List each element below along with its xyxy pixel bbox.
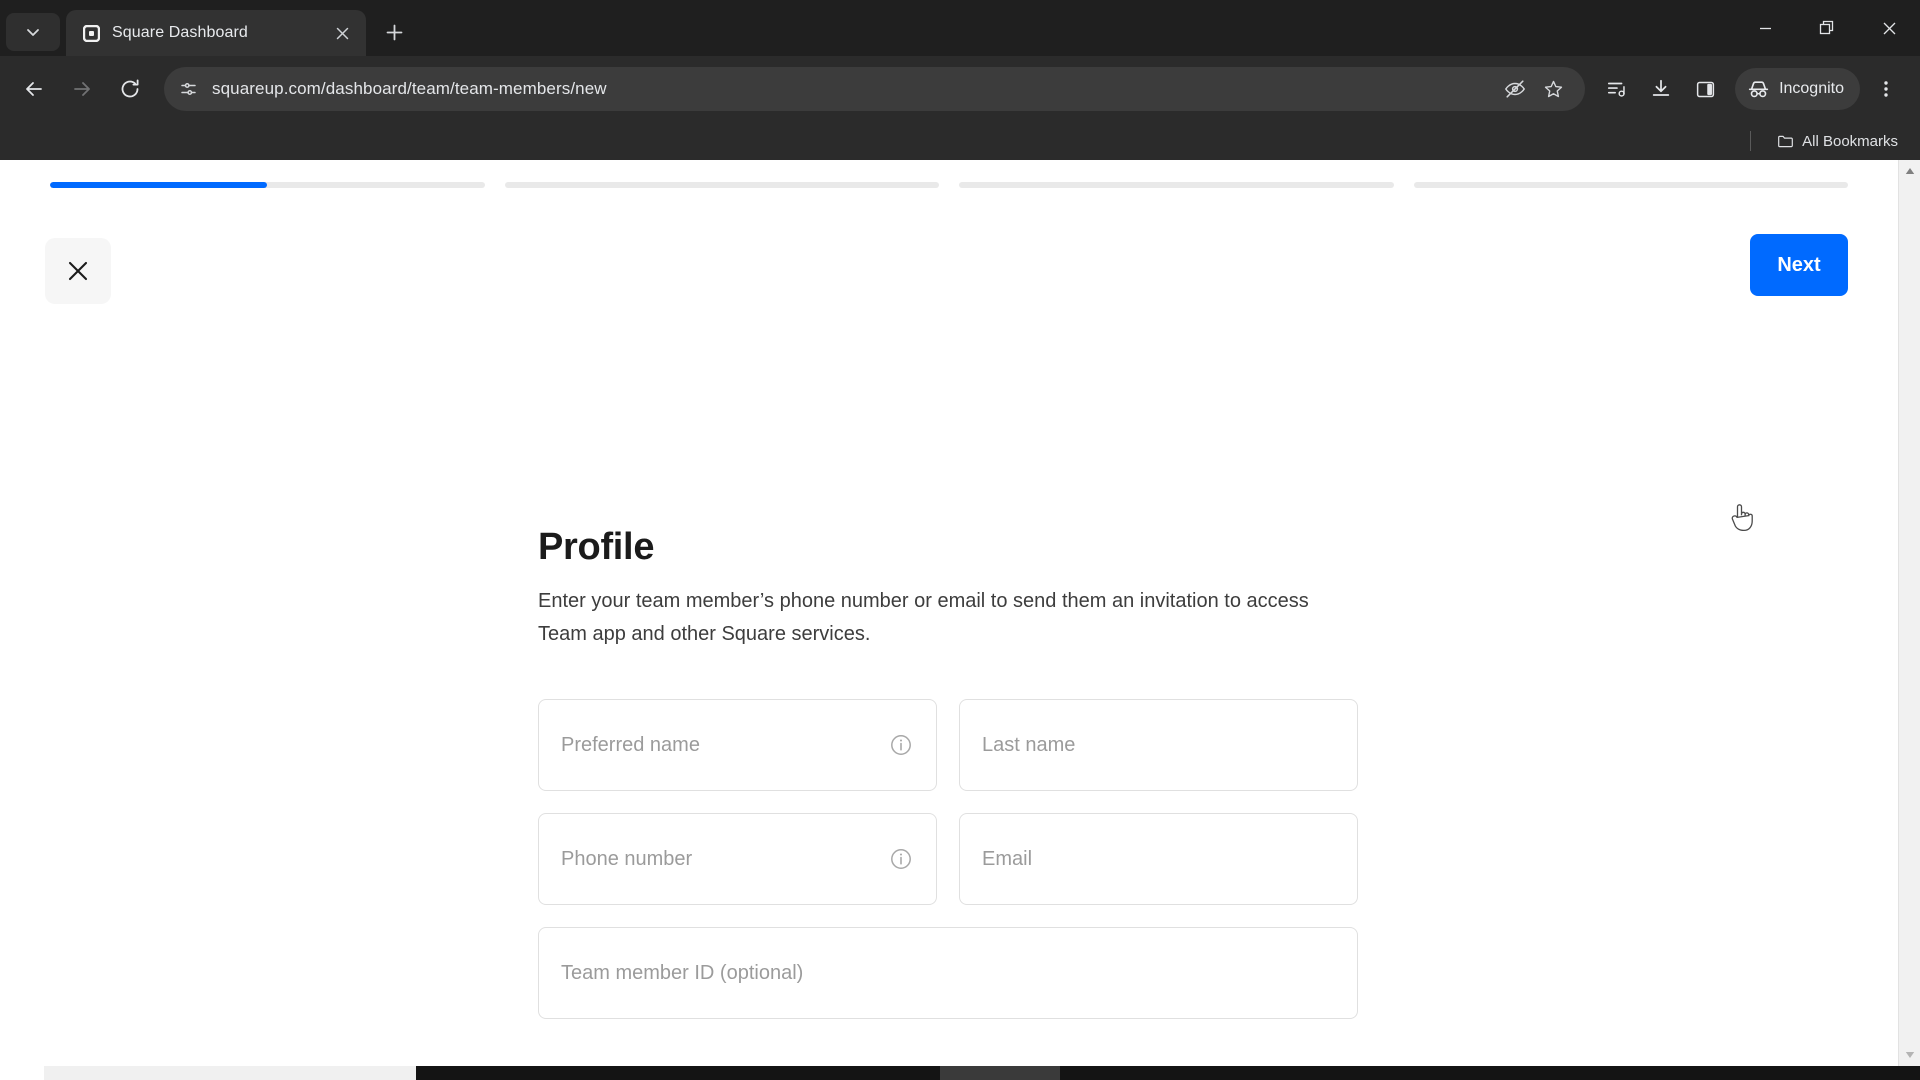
square-dashboard-page: Next Profile Enter your team member’s ph… (0, 160, 1898, 1066)
page-title: Profile (538, 526, 655, 568)
star-icon (1544, 80, 1562, 97)
taskbar-segment (416, 1066, 940, 1080)
folder-icon (1778, 135, 1794, 147)
tab-title: Square Dashboard (112, 24, 248, 41)
form-row-team-member-id: Team member ID (optional) (538, 927, 1358, 1019)
phone-number-info-icon[interactable] (888, 846, 914, 872)
scroll-down-arrow-icon (1905, 1052, 1914, 1058)
onboarding-progress (0, 182, 1898, 188)
preferred-name-field[interactable]: Preferred name (538, 699, 937, 791)
three-dot-menu-icon (1884, 81, 1888, 97)
bookmarks-bar: All Bookmarks (0, 122, 1920, 160)
bookmarks-separator (1750, 131, 1752, 151)
page-viewport: Next Profile Enter your team member’s ph… (0, 160, 1920, 1066)
preferred-name-info-icon[interactable] (888, 732, 914, 758)
reload-button[interactable] (108, 67, 152, 111)
last-name-placeholder: Last name (982, 733, 1076, 756)
site-settings-button[interactable] (170, 71, 206, 107)
progress-step-1 (50, 182, 485, 188)
square-logo-icon (82, 24, 100, 42)
close-icon (336, 27, 348, 39)
eye-slash-icon (1505, 80, 1526, 98)
new-tab-button[interactable] (374, 12, 414, 52)
last-name-field[interactable]: Last name (959, 699, 1358, 791)
omnibox-actions (1497, 71, 1571, 107)
restore-window-icon (1819, 20, 1834, 35)
desktop-taskbar-strip (0, 1066, 1920, 1080)
info-icon (891, 735, 911, 755)
close-icon (68, 261, 88, 281)
email-field[interactable]: Email (959, 813, 1358, 905)
bookmark-page-button[interactable] (1535, 71, 1571, 107)
page-description: Enter your team member’s phone number or… (538, 590, 1309, 645)
tab-search-button[interactable] (6, 13, 60, 51)
taskbar-segment (44, 1066, 416, 1080)
url-text: squareup.com/dashboard/team/team-members… (212, 79, 607, 98)
maximize-window-button[interactable] (1796, 0, 1858, 56)
page-scrollbar[interactable] (1898, 160, 1920, 1066)
phone-number-field[interactable]: Phone number (538, 813, 937, 905)
progress-step-2 (504, 182, 939, 188)
browser-menu-button[interactable] (1864, 67, 1908, 111)
profile-form: Profile Enter your team member’s phone n… (538, 526, 1358, 1041)
form-row-name: Preferred name Last name (538, 699, 1358, 791)
plus-icon (386, 24, 402, 40)
scroll-up-button[interactable] (1899, 160, 1920, 182)
tracking-protection-button[interactable] (1497, 71, 1533, 107)
browser-window: Square Dashboard squareup.com/dashboard/… (0, 0, 1920, 1080)
browser-toolbar: squareup.com/dashboard/team/team-members… (0, 56, 1920, 122)
taskbar-segment (0, 1066, 44, 1080)
taskbar-segment (1060, 1066, 1920, 1080)
browser-tab[interactable]: Square Dashboard (66, 10, 366, 56)
tab-strip: Square Dashboard (0, 0, 1920, 56)
all-bookmarks-label: All Bookmarks (1802, 132, 1898, 150)
reading-list-icon (1607, 82, 1625, 97)
chevron-down-icon (27, 29, 39, 36)
minimize-window-button[interactable] (1734, 0, 1796, 56)
downloads-button[interactable] (1639, 67, 1683, 111)
taskbar-segment (940, 1066, 1060, 1080)
incognito-label: Incognito (1779, 80, 1844, 97)
arrow-right-icon (74, 82, 90, 96)
arrow-left-icon (26, 82, 42, 96)
minimize-icon (1759, 27, 1771, 29)
email-placeholder: Email (982, 847, 1033, 870)
next-button[interactable]: Next (1750, 234, 1848, 296)
window-controls (1734, 0, 1920, 56)
preferred-name-placeholder: Preferred name (561, 733, 700, 756)
pointer-hand-cursor (1731, 504, 1753, 532)
all-bookmarks-button[interactable]: All Bookmarks (1767, 128, 1908, 155)
scroll-down-button[interactable] (1899, 1044, 1920, 1066)
form-row-contact: Phone number Email (538, 813, 1358, 905)
scroll-up-arrow-icon (1905, 168, 1914, 174)
progress-step-1-fill (50, 182, 268, 188)
mouse-cursor (1728, 501, 1756, 535)
side-panel-button[interactable] (1683, 67, 1727, 111)
tab-close-button[interactable] (328, 19, 356, 47)
team-member-id-field[interactable]: Team member ID (optional) (538, 927, 1358, 1019)
incognito-icon (1748, 80, 1769, 97)
team-member-id-placeholder: Team member ID (optional) (561, 961, 804, 984)
info-icon (891, 849, 911, 869)
progress-step-4 (1413, 182, 1848, 188)
progress-step-3 (959, 182, 1394, 188)
side-panel-icon (1696, 81, 1714, 97)
incognito-indicator[interactable]: Incognito (1735, 68, 1860, 110)
page-settings-icon (180, 82, 196, 95)
phone-number-placeholder: Phone number (561, 847, 693, 870)
close-flow-button[interactable] (45, 238, 111, 304)
close-window-button[interactable] (1858, 0, 1920, 56)
reload-icon (121, 79, 139, 98)
download-icon (1652, 79, 1670, 96)
reading-list-button[interactable] (1595, 67, 1639, 111)
address-bar[interactable]: squareup.com/dashboard/team/team-members… (164, 67, 1586, 111)
close-window-icon (1883, 22, 1895, 34)
forward-button[interactable] (60, 67, 104, 111)
back-button[interactable] (12, 67, 56, 111)
